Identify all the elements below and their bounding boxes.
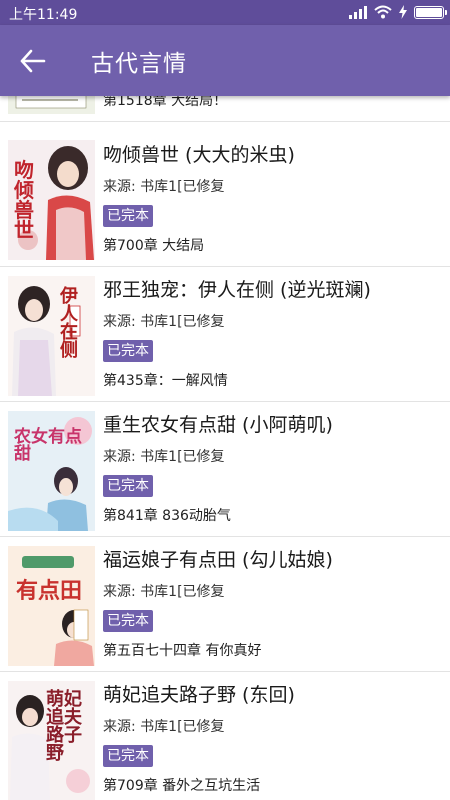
book-chapter: 第700章 大结局: [103, 238, 205, 254]
status-icons: [349, 5, 447, 19]
cover-title: 伊人在侧: [60, 286, 78, 361]
status-time: 上午11:49: [9, 7, 78, 23]
book-cover: 农女有点甜: [8, 411, 95, 531]
page-title: 古代言情: [91, 51, 187, 77]
book-item[interactable]: 第1518章 大结局！: [0, 96, 450, 122]
book-title: 福运娘子有点田 (勾儿姑娘): [103, 549, 333, 571]
book-chapter: 第709章 番外之互坑生活: [103, 778, 261, 794]
cover-title: 吻倾兽世: [14, 158, 34, 242]
cover-title: 有点田: [16, 578, 83, 604]
arrow-left-icon: [20, 49, 46, 73]
back-button[interactable]: [18, 47, 48, 75]
battery-icon: [414, 5, 447, 19]
book-title: 重生农女有点甜 (小阿萌叽): [103, 414, 333, 436]
cover-title: 农女有点甜: [14, 427, 82, 464]
book-item[interactable]: 农女有点甜 重生农女有点甜 (小阿萌叽) 来源: 书库1[已修复 已完本 第84…: [0, 402, 450, 537]
book-title: 萌妃追夫路子野 (东回): [103, 684, 295, 706]
book-cover: 吻倾兽世: [8, 140, 95, 260]
status-bar: 上午11:49: [0, 0, 450, 25]
book-chapter: 第435章：一解风情: [103, 373, 228, 389]
app-bar: 古代言情: [0, 25, 450, 96]
book-cover: 萌妃追夫路子野: [8, 681, 95, 800]
book-source: 来源: 书库1[已修复: [103, 449, 225, 465]
book-source: 来源: 书库1[已修复: [103, 179, 225, 195]
book-source: 来源: 书库1[已修复: [103, 584, 225, 600]
book-item[interactable]: 萌妃追夫路子野 萌妃追夫路子野 (东回) 来源: 书库1[已修复 已完本 第70…: [0, 672, 450, 800]
status-badge: 已完本: [103, 745, 153, 767]
status-badge: 已完本: [103, 475, 153, 497]
status-badge: 已完本: [103, 340, 153, 362]
signal-icon: [349, 5, 367, 19]
book-cover: 伊人在侧: [8, 276, 95, 396]
book-title: 吻倾兽世 (大大的米虫): [103, 144, 295, 166]
book-chapter: 第1518章 大结局！: [103, 96, 228, 109]
book-source: 来源: 书库1[已修复: [103, 314, 225, 330]
wifi-icon: [374, 5, 392, 19]
book-item[interactable]: 有点田 福运娘子有点田 (勾儿姑娘) 来源: 书库1[已修复 已完本 第五百七十…: [0, 537, 450, 672]
book-source: 来源: 书库1[已修复: [103, 719, 225, 735]
book-title: 邪王独宠：伊人在侧 (逆光斑斓): [103, 279, 371, 301]
book-item[interactable]: 伊人在侧 邪王独宠：伊人在侧 (逆光斑斓) 来源: 书库1[已修复 已完本 第4…: [0, 267, 450, 402]
book-chapter: 第五百七十四章 有你真好: [103, 643, 262, 659]
book-chapter: 第841章 836动胎气: [103, 508, 231, 524]
charging-icon: [399, 5, 407, 19]
cover-title: 萌妃追夫路子野: [46, 689, 82, 764]
book-cover: [8, 96, 95, 114]
book-item[interactable]: 吻倾兽世 吻倾兽世 (大大的米虫) 来源: 书库1[已修复 已完本 第700章 …: [0, 132, 450, 267]
status-badge: 已完本: [103, 610, 153, 632]
status-badge: 已完本: [103, 205, 153, 227]
book-list[interactable]: 第1518章 大结局！ 吻倾兽世 吻倾兽世 (大大的米虫) 来源: 书库1[已修…: [0, 96, 450, 800]
book-cover: 有点田: [8, 546, 95, 666]
